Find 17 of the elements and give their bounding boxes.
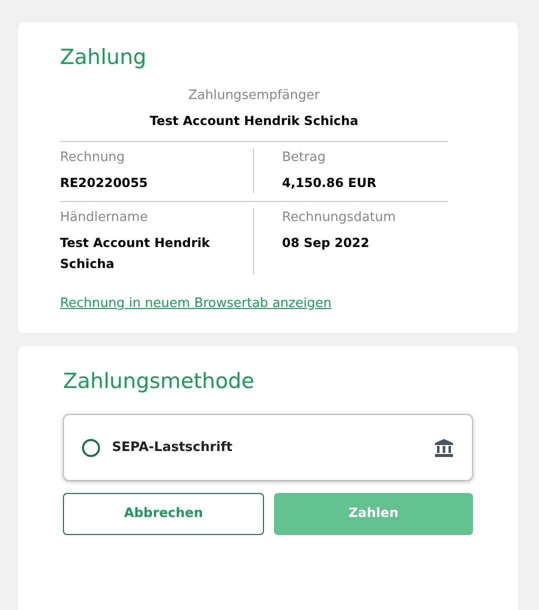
field-label: Rechnungsdatum — [282, 209, 397, 227]
field-value: Test Account Hendrik Schicha — [60, 234, 211, 273]
cancel-button[interactable]: Abbrechen — [63, 493, 264, 535]
radio-button[interactable] — [82, 438, 100, 456]
field-label: Betrag — [282, 149, 327, 167]
field-value: Test Account Hendrik Schicha — [150, 112, 358, 130]
field-label: Rechnung — [60, 149, 126, 167]
field-value: RE20220055 — [60, 174, 149, 192]
invoice-link[interactable]: Rechnung in neuem Browsertab anzeigen — [60, 294, 332, 314]
section-title: Zahlung — [60, 44, 148, 71]
field-value: 4,150.86 EUR — [282, 174, 378, 192]
field-label: Zahlungsempfänger — [188, 87, 320, 105]
bank-icon — [434, 438, 454, 456]
section-title: Zahlungsmethode — [63, 368, 256, 395]
field-value: 08 Sep 2022 — [282, 234, 370, 252]
field-label: Händlername — [60, 209, 149, 227]
payment-option[interactable]: SEPA-Lastschrift — [63, 414, 473, 481]
